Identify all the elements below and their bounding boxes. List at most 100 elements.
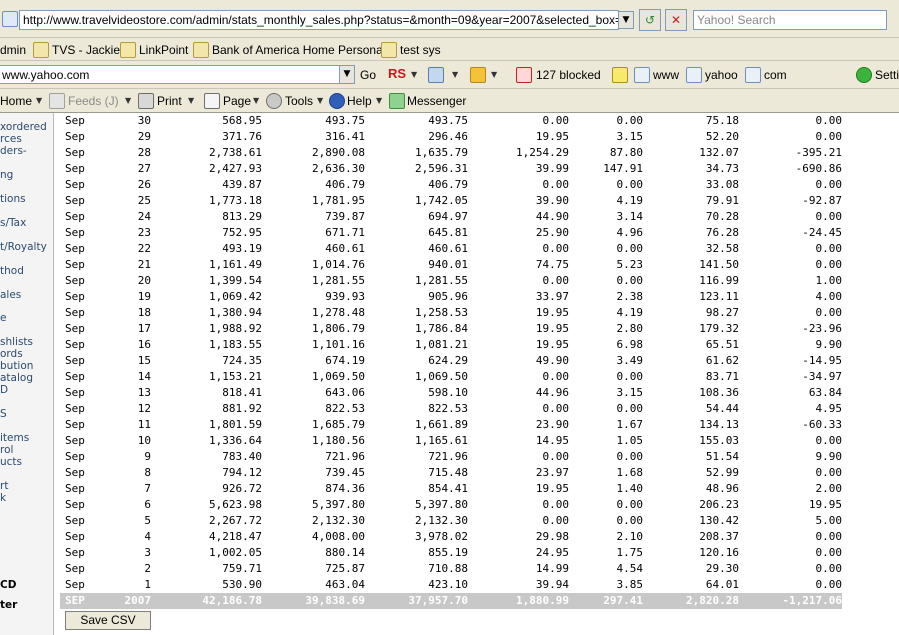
print-dropdown-icon[interactable]: ▼ [188, 93, 194, 109]
gross-sales-cell: 1,801.59 [209, 418, 262, 431]
nav-link-2[interactable]: ders- [0, 145, 27, 157]
yahoo-search-input[interactable]: Yahoo! Search [693, 10, 887, 30]
toolbar-dropdown-icon[interactable]: ▼ [339, 65, 355, 84]
yahoo-apps-icon[interactable] [470, 67, 486, 83]
favorite-link-1[interactable]: TVS - Jackie [52, 42, 120, 58]
home-button[interactable]: Home [0, 93, 32, 109]
product-sales-cell: 1,081.21 [415, 338, 468, 351]
nav-link-17[interactable]: rol [0, 444, 13, 456]
net-sales-cell: 493.75 [325, 114, 365, 127]
save-csv-button[interactable]: Save CSV [65, 611, 151, 630]
yahoo-apps-dropdown-icon[interactable]: ▼ [491, 67, 497, 83]
nav-link-11[interactable]: ords [0, 348, 23, 360]
tax-cell: 3.14 [616, 210, 644, 223]
tools-button[interactable]: Tools [285, 93, 313, 109]
help-dropdown-icon[interactable]: ▼ [376, 93, 382, 109]
toolbar-search-input[interactable]: www.yahoo.com [0, 65, 340, 84]
nav-link-16[interactable]: items [0, 432, 29, 444]
nav-link-7[interactable]: thod [0, 265, 24, 277]
tools-dropdown-icon[interactable]: ▼ [317, 93, 323, 109]
search-yahoo-button[interactable]: yahoo [705, 67, 738, 83]
nav-link-8[interactable]: ales [0, 289, 21, 301]
favorite-link-2[interactable]: LinkPoint [139, 42, 188, 58]
royalty-cell: 83.71 [705, 370, 739, 383]
shipping-cell: 19.95 [535, 338, 569, 351]
shipping-cell: 0.00 [542, 178, 570, 191]
adjustment-cell: 63.84 [808, 386, 842, 399]
nav-link-4[interactable]: tions [0, 193, 26, 205]
help-icon[interactable] [329, 93, 345, 109]
page-icon[interactable] [204, 93, 220, 109]
net-sales-cell: 2,636.30 [312, 162, 365, 175]
day-cell: 16 [137, 338, 151, 351]
nav-link-12[interactable]: bution [0, 360, 33, 372]
favorite-link-4[interactable]: test sys [400, 42, 441, 58]
search-www-button[interactable]: www [653, 67, 679, 83]
nav-link-10[interactable]: shlists [0, 336, 33, 348]
print-icon[interactable] [138, 93, 154, 109]
nav-link-3[interactable]: ng [0, 169, 13, 181]
settings-status-icon[interactable] [856, 67, 872, 83]
month-cell: Sep [65, 530, 85, 543]
day-cell: 3 [144, 546, 151, 559]
messenger-button[interactable]: Messenger [407, 93, 466, 109]
help-button[interactable]: Help [347, 93, 372, 109]
adjustment-cell: 0.00 [815, 210, 843, 223]
table-row: Sep 25 1,773.18 1,781.95 1,742.05 39.90 4.19 79… [60, 193, 842, 209]
page-button[interactable]: Page [223, 93, 251, 109]
search-icon[interactable] [745, 67, 761, 83]
total-product-sales-cell: 37,957.70 [365, 593, 468, 609]
nav-link-13[interactable]: atalog [0, 372, 33, 384]
rs-dropdown-icon[interactable]: ▼ [411, 67, 417, 83]
search-icon[interactable] [686, 67, 702, 83]
nav-link-14[interactable]: D [0, 384, 8, 396]
nav-link-18[interactable]: ucts [0, 456, 22, 468]
gross-sales-cell: 1,773.18 [209, 194, 262, 207]
favorite-link-3[interactable]: Bank of America Home Personal [212, 42, 385, 58]
print-button[interactable]: Print [157, 93, 182, 109]
network-icon[interactable] [428, 67, 444, 83]
adjustment-cell: 0.00 [815, 562, 843, 575]
nav-link-20[interactable]: k [0, 492, 6, 504]
product-sales-cell: 694.97 [428, 210, 468, 223]
go-button[interactable]: Go [360, 67, 376, 83]
favorite-link-0[interactable]: dmin [0, 42, 26, 58]
search-icon[interactable] [634, 67, 650, 83]
product-sales-cell: 1,281.55 [415, 274, 468, 287]
popup-blocked-count[interactable]: 127 blocked [536, 67, 601, 83]
tax-cell: 1.75 [616, 546, 644, 559]
net-sales-cell: 2,132.30 [312, 514, 365, 527]
nav-link-6[interactable]: t/Royalty [0, 241, 47, 253]
address-input[interactable]: http://www.travelvideostore.com/admin/st… [19, 10, 619, 30]
nav-link-5[interactable]: s/Tax [0, 217, 26, 229]
stop-icon[interactable]: ✕ [665, 9, 687, 31]
product-sales-cell: 406.79 [428, 178, 468, 191]
nav-link-19[interactable]: rt [0, 480, 8, 492]
feeds-icon[interactable] [49, 93, 65, 109]
settings-button[interactable]: Setti [875, 67, 899, 83]
gear-icon[interactable] [266, 93, 282, 109]
refresh-icon[interactable]: ↺ [639, 9, 661, 31]
nav-link-9[interactable]: e [0, 312, 6, 324]
messenger-icon[interactable] [389, 93, 405, 109]
table-row: Sep 26 439.87 406.79 406.79 0.00 0.00 33.08 0.00 [60, 177, 842, 193]
feeds-button[interactable]: Feeds (J) [68, 93, 119, 109]
rs-icon[interactable]: RS [388, 66, 406, 82]
tax-cell: 6.98 [616, 338, 644, 351]
favorites-bar: dmin TVS - Jackie LinkPoint Bank of Amer… [0, 38, 899, 61]
popup-blocker-icon[interactable] [516, 67, 532, 83]
nav-link-15[interactable]: S [0, 408, 7, 420]
table-row: Sep 5 2,267.72 2,132.30 2,132.30 0.00 0.00 130.… [60, 513, 842, 529]
address-dropdown-icon[interactable]: ▼ [618, 11, 634, 29]
shipping-cell: 39.99 [535, 162, 569, 175]
page-dropdown-icon[interactable]: ▼ [253, 93, 259, 109]
search-com-button[interactable]: com [764, 67, 787, 83]
feeds-dropdown-icon[interactable]: ▼ [125, 93, 131, 109]
adjustment-cell: 0.00 [815, 306, 843, 319]
highlight-icon[interactable] [612, 67, 628, 83]
home-dropdown-icon[interactable]: ▼ [36, 93, 42, 109]
nav-link-0[interactable]: xordered [0, 121, 47, 133]
net-sales-cell: 725.87 [325, 562, 365, 575]
network-dropdown-icon[interactable]: ▼ [452, 67, 458, 83]
nav-link-1[interactable]: rces [0, 133, 22, 145]
